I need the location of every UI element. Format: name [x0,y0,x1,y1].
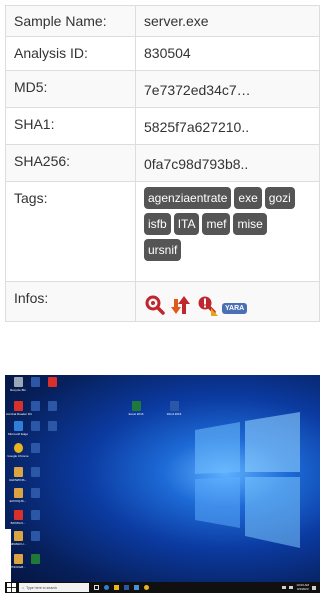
row-analysis-id: Analysis ID: 830504 [5,36,320,71]
search-icon: ○ [22,585,25,590]
tag-badge[interactable]: mef [202,213,231,235]
row-sha256: SHA256: 0fa7c98d793b8.. [5,144,320,182]
desktop-icon-file[interactable] [23,488,47,498]
chrome-taskbar-icon[interactable] [144,585,149,590]
taskbar-clock[interactable]: 10:03 AM 3/4/2023 [296,583,309,591]
md5-value: 7e7372ed34c7… [135,70,320,108]
windows-start-icon[interactable] [7,583,16,592]
sha256-label: SHA256: [5,144,136,182]
analysis-id-value: 830504 [135,36,320,71]
notification-icon[interactable] [312,585,316,590]
tag-list: agenziaentrate exe gozi isfb ITA mef mis… [144,187,304,265]
sample-screenshot[interactable]: Recycle Bin Acrobat Reader DC Microsoft … [5,375,320,593]
tag-badge[interactable]: mise [233,213,267,235]
arrows-up-down-icon[interactable] [170,294,192,316]
task-view-icon[interactable] [94,585,99,590]
tag-badge[interactable]: exe [234,187,262,209]
tag-badge[interactable]: ITA [173,213,200,235]
sha1-label: SHA1: [5,107,136,145]
window-edge [5,529,11,582]
edge-taskbar-icon[interactable] [104,585,109,590]
tag-badge[interactable]: gozi [264,187,295,209]
desktop-icon-file[interactable] [23,467,47,477]
desktop-icon-file[interactable] [23,554,47,564]
desktop-icon-file[interactable] [40,421,64,431]
system-tray: 10:03 AM 3/4/2023 [282,583,320,591]
desktop-icon-file[interactable] [40,377,64,387]
mail-taskbar-icon[interactable] [134,585,139,590]
clock-date: 3/4/2023 [296,586,309,591]
volume-icon[interactable] [289,586,294,589]
search-placeholder: Type here to search [26,585,58,590]
tag-badge[interactable]: ursnif [144,239,182,261]
tags-label: Tags: [5,181,136,282]
row-md5: MD5: 7e7372ed34c7… [5,70,320,108]
network-icon[interactable] [282,586,287,589]
sample-name-value: server.exe [135,5,320,37]
desktop-icon-file[interactable] [40,401,64,411]
infos-icons: YARA [144,290,311,316]
yara-badge[interactable]: YARA [222,302,248,314]
tag-badge[interactable]: isfb [144,213,171,235]
alert-magnifier-icon[interactable] [196,294,218,316]
analysis-id-label: Analysis ID: [5,36,136,71]
desktop-icon-file[interactable] [23,531,47,541]
md5-label: MD5: [5,70,136,108]
row-sample-name: Sample Name: server.exe [5,5,320,37]
store-taskbar-icon[interactable] [124,585,129,590]
tag-badge[interactable]: agenziaentrate [144,187,232,209]
infos-label: Infos: [5,281,136,322]
desktop-icon-file[interactable] [23,443,47,453]
taskbar: ○ Type here to search 10:03 AM 3/4/2023 [5,582,320,593]
desktop-icon-file[interactable] [23,510,47,520]
row-sha1: SHA1: 5825f7a627210.. [5,107,320,145]
windows-logo-wallpaper [195,412,300,548]
desktop-icon-excel[interactable]: Excel 2016 [124,401,148,416]
magnifier-icon[interactable] [144,294,166,316]
sha1-value: 5825f7a627210.. [135,107,320,145]
analysis-info-table: Sample Name: server.exe Analysis ID: 830… [5,5,320,322]
row-tags: Tags: agenziaentrate exe gozi isfb ITA m… [5,181,320,282]
row-infos: Infos: YARA [5,281,320,322]
sample-name-label: Sample Name: [5,5,136,37]
taskbar-search-box[interactable]: ○ Type here to search [19,583,89,592]
desktop-icon-word[interactable]: Word 2016 [162,401,186,416]
explorer-taskbar-icon[interactable] [114,585,119,590]
sha256-value: 0fa7c98d793b8.. [135,144,320,182]
